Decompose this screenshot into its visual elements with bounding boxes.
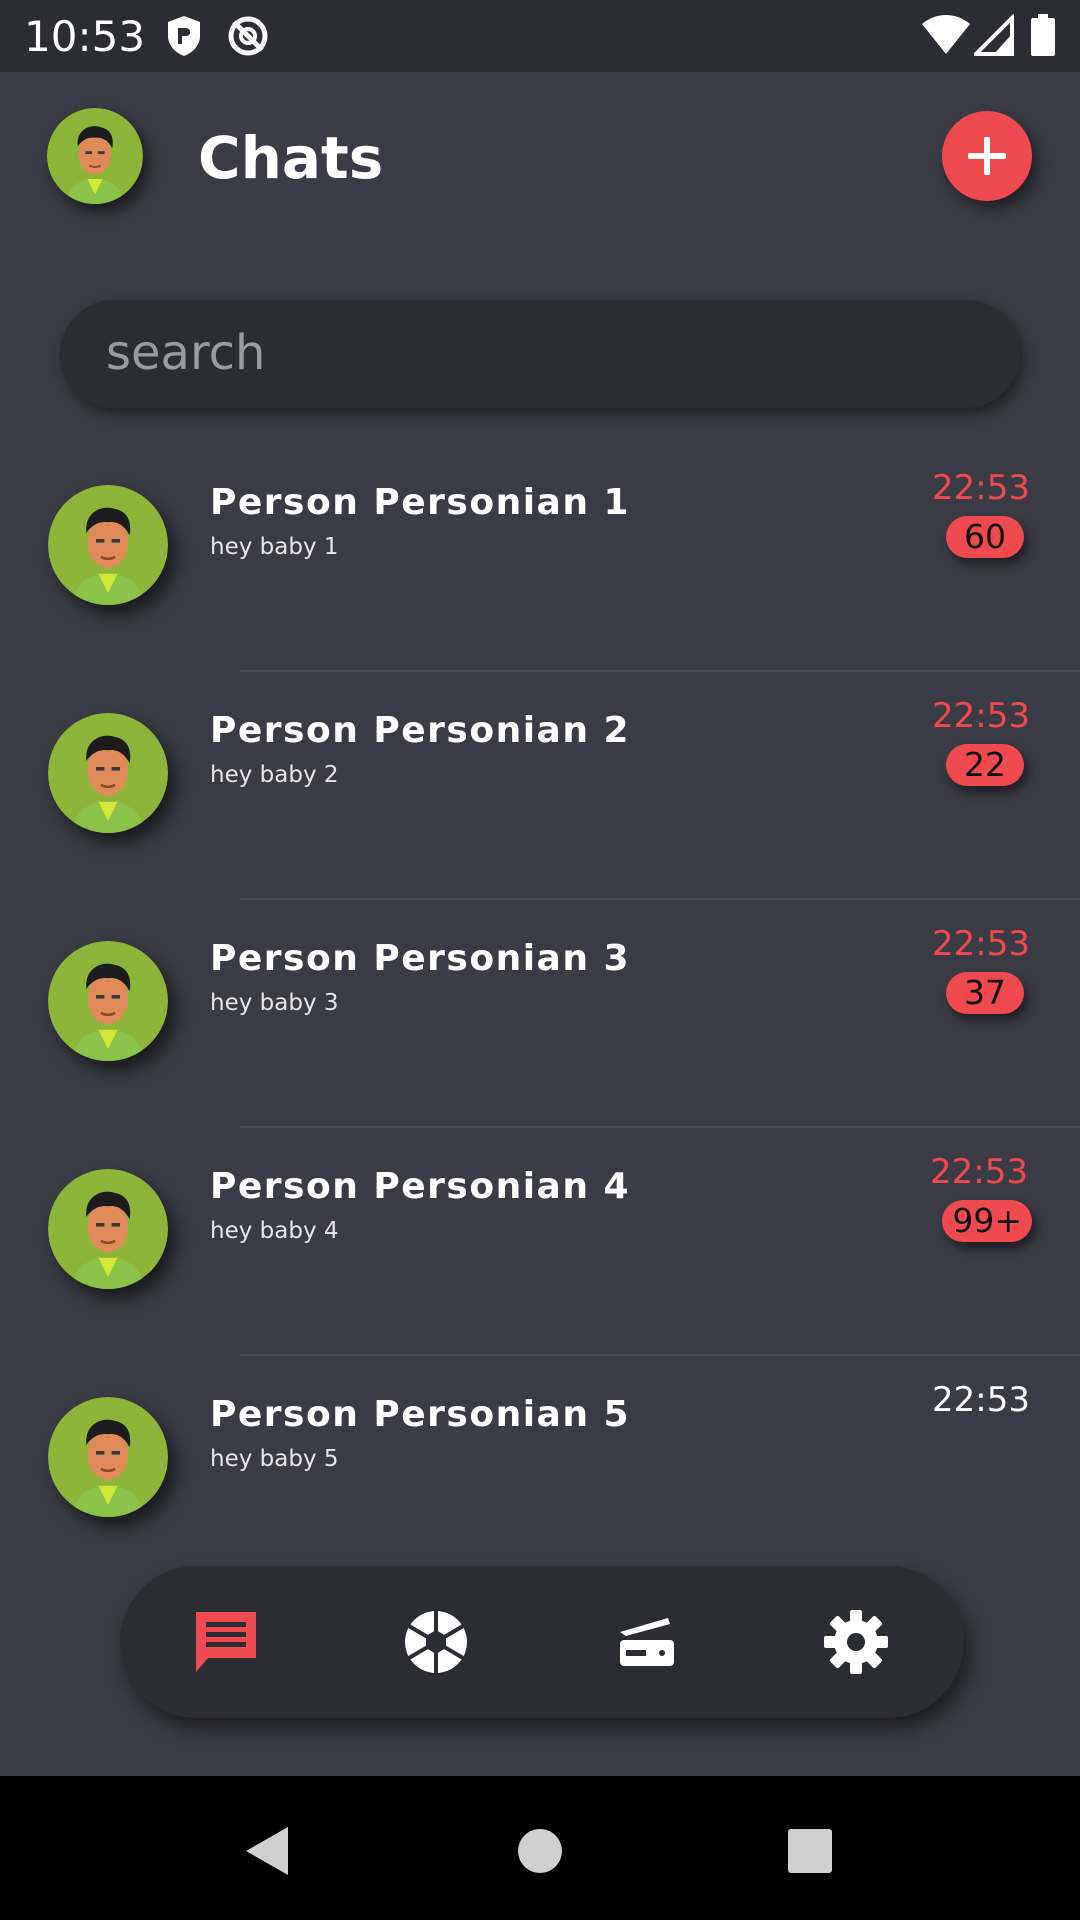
nav-scanner[interactable] [610,1606,682,1678]
chat-name: Person Personian 5 [210,1394,631,1435]
unread-badge: 60 [946,516,1024,558]
chat-name: Person Personian 3 [210,938,631,979]
chat-preview: hey baby 3 [210,990,339,1016]
home-circle-icon [518,1829,562,1873]
gear-icon [824,1610,888,1674]
avatar [48,485,168,605]
wifi-icon [922,14,970,58]
search-bar [60,300,1020,408]
chat-name: Person Personian 1 [210,482,631,523]
chat-time: 22:53 [932,924,1030,964]
chat-preview: hey baby 1 [210,534,339,560]
chats-screen: 10:53 Chats search Person Personian 1 he… [0,0,1080,1920]
unread-badge: 99+ [942,1200,1032,1242]
page-title: Chats [198,124,384,192]
unread-badge: 37 [946,972,1024,1014]
plus-icon [968,137,1006,175]
chat-time: 22:53 [930,1152,1028,1192]
status-bar: 10:53 [0,0,1080,72]
chat-row-1[interactable]: Person Personian 1 hey baby 1 22:53 60 [0,444,1080,672]
sync-off-icon [226,14,268,58]
back-triangle-icon [246,1827,288,1875]
battery-icon [1030,14,1056,58]
avatar [48,713,168,833]
nav-camera[interactable] [400,1606,472,1678]
avatar [48,1397,168,1517]
back-button[interactable] [238,1821,298,1881]
chat-time: 22:53 [932,696,1030,736]
chat-name: Person Personian 4 [210,1166,631,1207]
chat-icon [196,1612,256,1672]
nav-chats[interactable] [190,1606,262,1678]
chat-preview: hey baby 2 [210,762,339,788]
recents-button[interactable] [780,1821,840,1881]
shield-icon [164,14,204,58]
chat-name: Person Personian 2 [210,710,631,751]
chat-preview: hey baby 4 [210,1218,339,1244]
chat-row-2[interactable]: Person Personian 2 hey baby 2 22:53 22 [0,672,1080,900]
recents-square-icon [788,1829,832,1873]
nav-settings[interactable] [820,1606,892,1678]
scanner-icon [620,1618,674,1666]
chat-row-5[interactable]: Person Personian 5 hey baby 5 22:53 [0,1356,1080,1584]
profile-avatar[interactable] [47,108,143,204]
camera-shutter-icon [405,1611,467,1673]
status-time: 10:53 [24,12,146,61]
avatar [48,1169,168,1289]
chat-time: 22:53 [932,1380,1030,1420]
add-chat-button[interactable] [942,111,1032,201]
unread-badge: 22 [946,744,1024,786]
chat-row-3[interactable]: Person Personian 3 hey baby 3 22:53 37 [0,900,1080,1128]
search-input[interactable] [106,320,966,386]
chat-row-4[interactable]: Person Personian 4 hey baby 4 22:53 99+ [0,1128,1080,1356]
system-nav-bar [0,1776,1080,1920]
chat-preview: hey baby 5 [210,1446,339,1472]
chat-time: 22:53 [932,468,1030,508]
cell-signal-icon [971,13,1014,58]
bottom-nav [120,1566,964,1718]
home-button[interactable] [510,1821,570,1881]
avatar [48,941,168,1061]
